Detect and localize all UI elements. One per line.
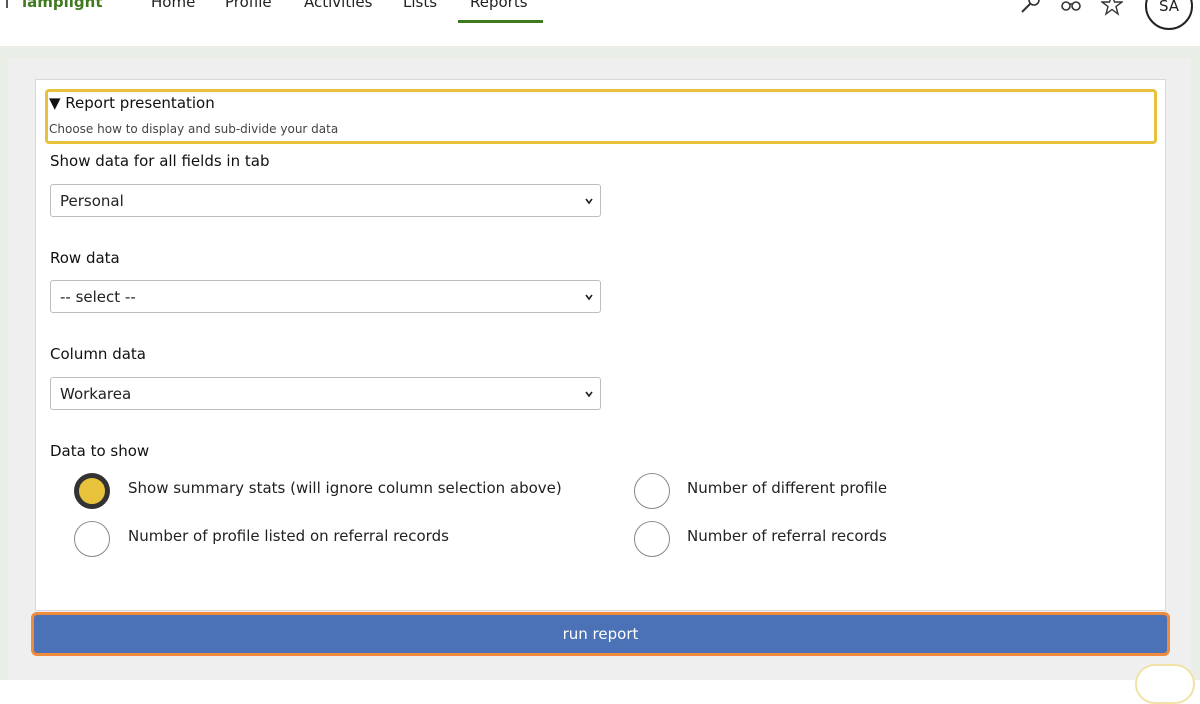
star-icon[interactable] — [1101, 0, 1123, 16]
app-logo[interactable]: lamplight — [22, 0, 103, 11]
chevron-down-icon — [585, 198, 593, 205]
column-data-value: Workarea — [60, 384, 132, 403]
row-data-value: -- select -- — [60, 287, 136, 306]
radio-summary-stats[interactable] — [74, 473, 110, 509]
logo-mark — [6, 0, 8, 8]
tab-select-label: Show data for all fields in tab — [50, 152, 270, 170]
nav-item-home[interactable]: Home — [151, 0, 195, 11]
user-avatar[interactable]: SA — [1145, 0, 1193, 30]
radio-summary-stats-label[interactable]: Show summary stats (will ignore column s… — [128, 479, 562, 497]
section-title[interactable]: ▼ Report presentation — [49, 94, 215, 112]
chevron-down-icon — [585, 294, 593, 301]
radio-referral-records[interactable] — [634, 521, 670, 557]
section-subtitle: Choose how to display and sub-divide you… — [49, 122, 339, 136]
nav-item-activities[interactable]: Activities — [304, 0, 372, 11]
chevron-down-icon — [585, 391, 593, 398]
magnifier-icon[interactable] — [1020, 0, 1042, 16]
nav-item-profile[interactable]: Profile — [225, 0, 272, 11]
run-report-label: run report — [562, 625, 639, 643]
active-tab-indicator — [458, 20, 543, 23]
radio-different-profile-label[interactable]: Number of different profile — [687, 479, 887, 497]
row-data-label: Row data — [50, 249, 120, 267]
avatar-initials: SA — [1158, 0, 1180, 15]
top-navigation: lamplight Home Profile Activities Lists … — [0, 0, 1200, 46]
run-report-button[interactable]: run report — [31, 612, 1170, 656]
radio-different-profile[interactable] — [634, 473, 670, 509]
radio-profile-referral-label[interactable]: Number of profile listed on referral rec… — [128, 527, 449, 545]
data-to-show-label: Data to show — [50, 442, 150, 460]
column-data-label: Column data — [50, 345, 146, 363]
tab-select-value: Personal — [60, 191, 124, 210]
radio-profile-referral[interactable] — [74, 521, 110, 557]
nav-item-reports[interactable]: Reports — [470, 0, 528, 11]
tab-select[interactable]: Personal — [50, 184, 601, 217]
binoculars-icon[interactable] — [1060, 0, 1082, 16]
row-data-select[interactable]: -- select -- — [50, 280, 601, 313]
help-widget[interactable] — [1135, 664, 1195, 704]
column-data-select[interactable]: Workarea — [50, 377, 601, 410]
radio-referral-records-label[interactable]: Number of referral records — [687, 527, 887, 545]
nav-item-lists[interactable]: Lists — [403, 0, 437, 11]
